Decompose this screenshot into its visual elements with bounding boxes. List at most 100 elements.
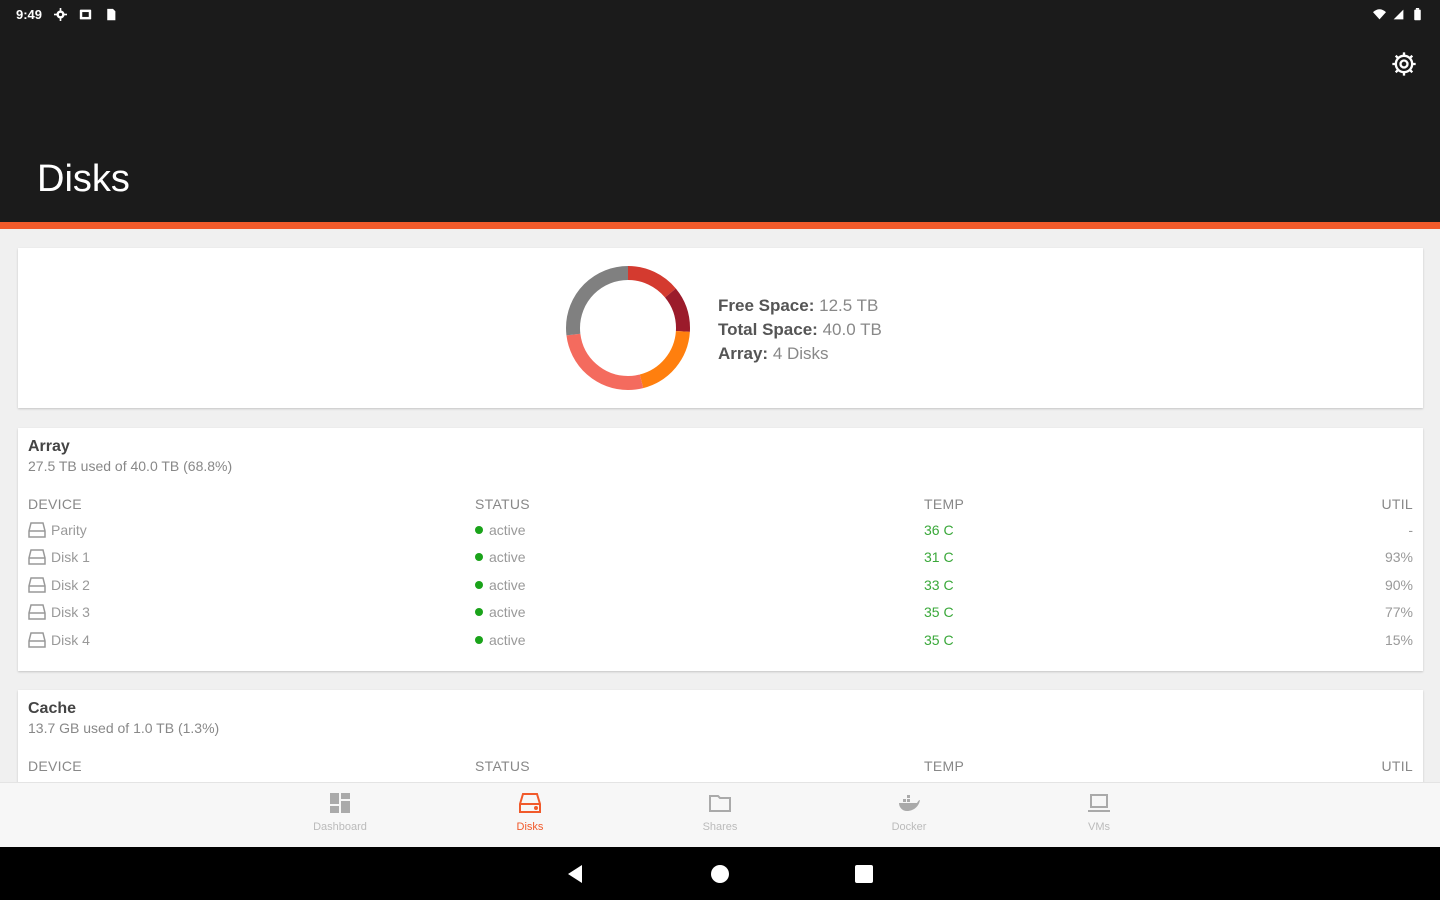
nav-dashboard[interactable]: Dashboard [280, 791, 400, 833]
table-row[interactable]: Parity active 36 C - [28, 516, 1413, 544]
device-cell: Disk 3 [28, 604, 475, 620]
status-cell: active [475, 522, 924, 538]
array-count-line: Array: 4 Disks [718, 342, 882, 366]
nav-dashboard-label: Dashboard [313, 821, 367, 833]
col-status: STATUS [475, 496, 530, 512]
settings-notification-icon [54, 7, 68, 21]
status-text: active [489, 549, 526, 566]
nav-vms-label: VMs [1088, 821, 1110, 833]
col-temp: TEMP [924, 496, 965, 512]
hard-drive-icon [28, 577, 46, 593]
storage-summary-card: Free Space: 12.5 TB Total Space: 40.0 TB… [18, 248, 1423, 408]
status-dot-icon [475, 580, 483, 589]
table-row[interactable]: Disk 3 active 35 C 77% [28, 599, 1413, 627]
free-space-label: Free Space: [718, 296, 815, 315]
wifi-icon [1373, 8, 1386, 19]
col-temp: TEMP [924, 758, 965, 774]
table-row[interactable]: Disk 4 active 35 C 15% [28, 626, 1413, 654]
laptop-icon [1088, 794, 1110, 812]
col-util: UTIL [1381, 496, 1413, 512]
table-row[interactable]: Disk 1 active 31 C 93% [28, 544, 1413, 572]
col-device: DEVICE [28, 758, 82, 774]
disk-icon [519, 793, 541, 813]
settings-gear-icon[interactable] [1390, 50, 1418, 78]
table-header: DEVICE STATUS TEMP UTIL [28, 758, 1413, 778]
free-space-value: 12.5 TB [819, 296, 879, 315]
device-cell: Disk 2 [28, 577, 475, 593]
system-navigation-bar [0, 847, 1440, 900]
hard-drive-icon [28, 632, 46, 648]
temp-cell: 35 C [924, 604, 954, 621]
util-cell: 90% [1384, 576, 1413, 593]
device-name: Disk 2 [51, 576, 90, 593]
status-cell: active [475, 549, 924, 565]
storage-donut-chart [566, 266, 690, 390]
array-usage: 27.5 TB used of 40.0 TB (68.8%) [28, 458, 233, 474]
sd-card-icon [107, 8, 116, 20]
hard-drive-icon [28, 604, 46, 620]
nav-docker-label: Docker [891, 821, 927, 833]
table-header: DEVICE STATUS TEMP UTIL [28, 496, 1413, 516]
total-space-value: 40.0 TB [822, 320, 882, 339]
cache-card[interactable]: Cache 13.7 GB used of 1.0 TB (1.3%) DEVI… [18, 690, 1423, 782]
status-text: active [489, 604, 526, 621]
device-cell: Disk 1 [28, 549, 475, 565]
device-name: Disk 4 [51, 631, 90, 648]
cache-title: Cache [28, 700, 77, 717]
home-icon[interactable] [709, 863, 731, 885]
array-table: DEVICE STATUS TEMP UTIL Parity active 36 C… [28, 496, 1413, 654]
temp-cell: 36 C [924, 521, 954, 538]
nav-disks-label: Disks [516, 821, 544, 833]
status-cell: active [475, 632, 924, 648]
dashboard-icon [330, 793, 350, 813]
screenshot-notification-icon [79, 9, 92, 19]
table-row[interactable]: Disk 2 active 33 C 90% [28, 571, 1413, 599]
device-cell: Parity [28, 522, 475, 538]
back-icon[interactable] [564, 863, 586, 885]
device-name: Parity [51, 521, 87, 538]
util-cell: 77% [1384, 604, 1413, 621]
status-text: active [489, 631, 526, 648]
docker-icon [899, 795, 920, 811]
hard-drive-icon [28, 522, 46, 538]
col-status: STATUS [475, 758, 530, 774]
col-device: DEVICE [28, 496, 82, 512]
array-count-value: 4 Disks [772, 344, 829, 363]
status-cell: active [475, 577, 924, 593]
temp-cell: 33 C [924, 576, 954, 593]
array-title: Array [28, 438, 70, 455]
temp-cell: 31 C [924, 549, 954, 566]
nav-docker[interactable]: Docker [849, 791, 969, 833]
page-title: Disks [37, 158, 130, 200]
status-dot-icon [475, 553, 483, 562]
folder-icon [709, 795, 731, 812]
app-bar: Disks [0, 28, 1440, 223]
nav-shares-label: Shares [702, 821, 738, 833]
cache-usage: 13.7 GB used of 1.0 TB (1.3%) [28, 720, 220, 736]
array-card[interactable]: Array 27.5 TB used of 40.0 TB (68.8%) DE… [18, 428, 1423, 671]
status-dot-icon [475, 525, 483, 534]
bottom-navigation: Dashboard Disks Shares Docker VMs [0, 782, 1440, 847]
nav-disks[interactable]: Disks [470, 791, 590, 833]
status-dot-icon [475, 635, 483, 644]
status-time: 9:49 [16, 6, 43, 22]
status-text: active [489, 521, 526, 538]
app-bar-accent-line [0, 222, 1440, 229]
nav-vms[interactable]: VMs [1039, 791, 1159, 833]
cache-table: DEVICE STATUS TEMP UTIL [28, 758, 1413, 778]
content-area[interactable]: Free Space: 12.5 TB Total Space: 40.0 TB… [0, 229, 1440, 782]
status-bar: 9:49 [0, 0, 1440, 28]
device-name: Disk 3 [51, 604, 90, 621]
storage-summary-text: Free Space: 12.5 TB Total Space: 40.0 TB… [718, 294, 882, 366]
nav-shares[interactable]: Shares [660, 791, 780, 833]
total-space-label: Total Space: [718, 320, 818, 339]
col-util: UTIL [1381, 758, 1413, 774]
hard-drive-icon [28, 549, 46, 565]
device-name: Disk 1 [51, 549, 90, 566]
temp-cell: 35 C [924, 631, 954, 648]
recents-icon[interactable] [853, 863, 875, 885]
status-cell: active [475, 604, 924, 620]
array-count-label: Array: [718, 344, 769, 363]
signal-icon [1393, 9, 1404, 19]
battery-icon [1414, 7, 1421, 20]
